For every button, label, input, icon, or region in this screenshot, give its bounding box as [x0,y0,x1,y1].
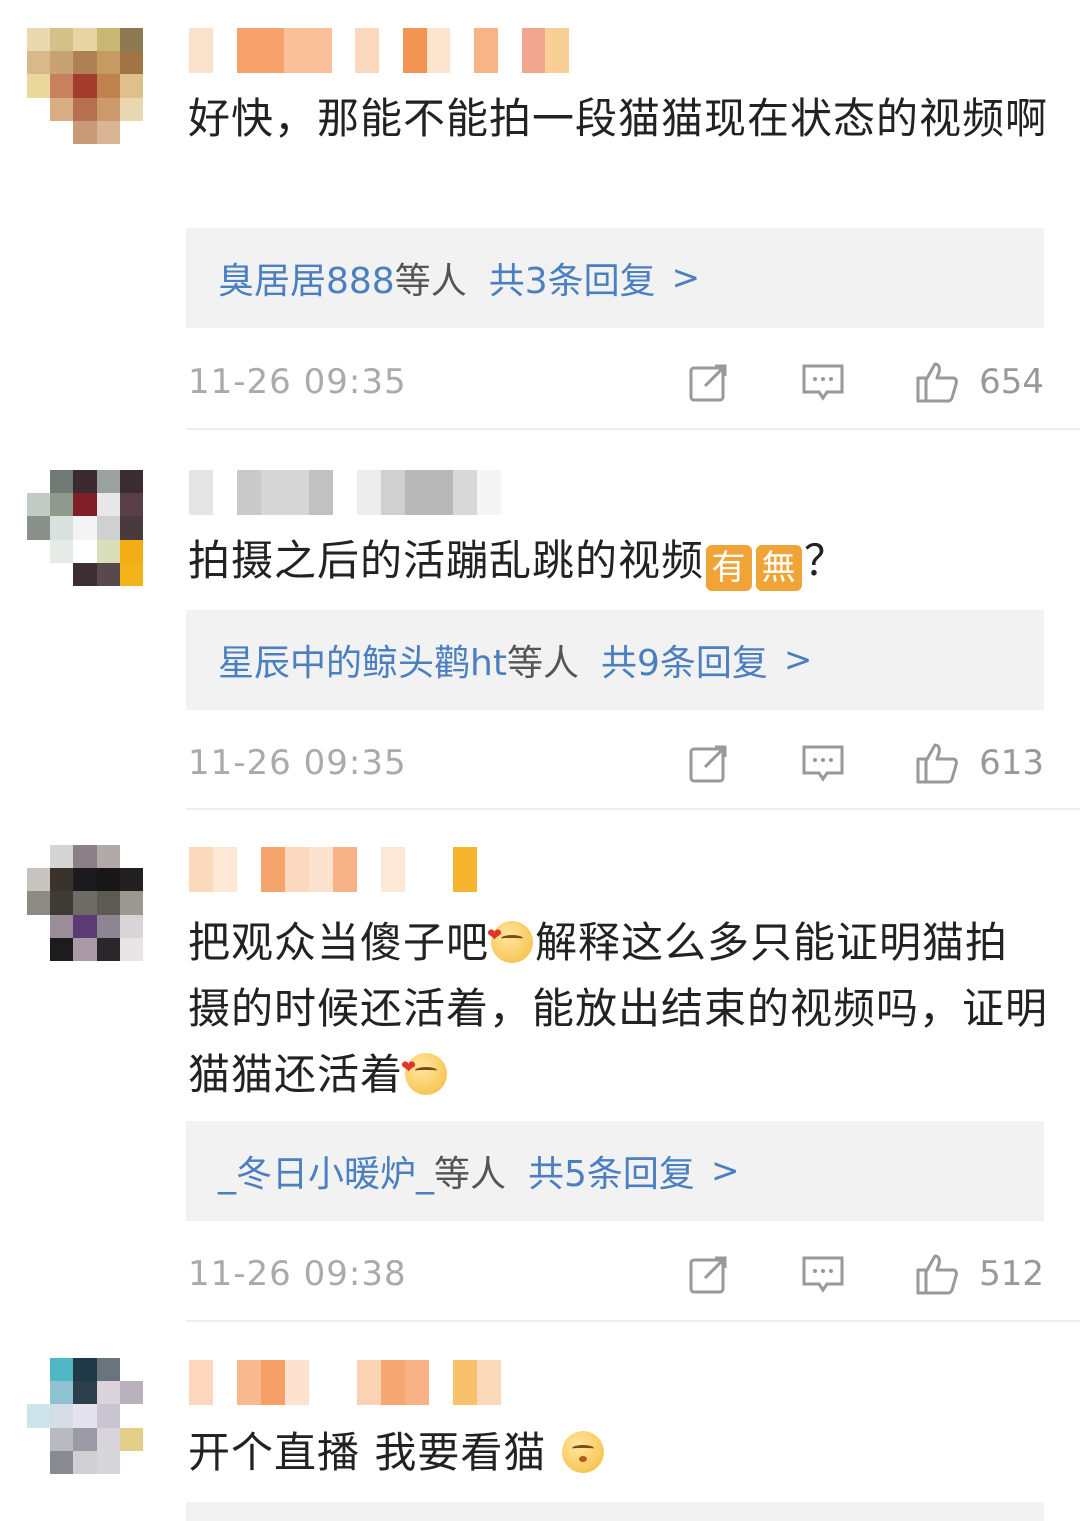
comment-text: 开个直播 我要看猫 [188,1420,1048,1486]
comment-text: 拍摄之后的活蹦乱跳的视频有無？ [188,528,1048,594]
username-blurred[interactable] [189,28,569,73]
reply-etc-label: 等人 [394,261,467,302]
chevron-right-icon: > [671,258,701,298]
thumbs-up-icon[interactable] [915,1252,959,1296]
reply-summary[interactable]: _冬日小暖炉_ 等人 共5条回复 > [186,1121,1044,1221]
like-count: 613 [979,743,1044,783]
comment-meta: 11-26 09:35 613 [188,738,1044,788]
comment-meta: 11-26 09:35 654 [188,357,1044,407]
reply-count-link[interactable]: 共9条回复 [601,634,768,686]
thumbs-up-icon[interactable] [915,360,959,404]
reply-user-names[interactable]: 臭居居888 [218,252,395,304]
like-count: 512 [979,1254,1044,1294]
comment-meta: 11-26 09:38 512 [188,1249,1044,1299]
comment-text-part: 把观众当傻子吧 [188,918,490,967]
like-count: 654 [979,362,1044,402]
reply-etc-label: 等人 [506,643,579,684]
comment-icon[interactable] [801,360,845,404]
reply-user-names[interactable]: _冬日小暖炉_ [218,1145,434,1197]
username-blurred[interactable] [189,1360,569,1405]
comment-text: 把观众当傻子吧解释这么多只能证明猫拍摄的时候还活着，能放出结束的视频吗，证明猫猫… [188,903,1048,1108]
reply-etc-label: 等人 [434,1154,507,1195]
divider [186,808,1080,810]
comment-text: 好快，那能不能拍一段猫猫现在状态的视频啊 [188,94,1049,143]
blush-heart-emoji-icon [401,1035,448,1101]
timestamp: 11-26 09:35 [188,743,407,783]
reply-summary[interactable]: 臭居居888 等人 共3条回复 > [186,228,1044,328]
reply-summary[interactable] [186,1502,1044,1521]
reply-user-names[interactable]: 星辰中的鲸头鹳ht [218,634,507,686]
avatar[interactable] [27,470,143,586]
comment-text-part: 拍摄之后的活蹦乱跳的视频 [188,536,705,585]
share-icon[interactable] [687,741,731,785]
comment-text-part: ？ [804,536,848,585]
timestamp: 11-26 09:35 [188,362,407,402]
divider [186,428,1080,430]
reply-count-link[interactable]: 共3条回复 [489,252,656,304]
kiss-emoji-icon [562,1431,605,1473]
timestamp: 11-26 09:38 [188,1254,407,1294]
you-emoji-icon: 有 [706,545,753,591]
username-blurred[interactable] [189,847,569,892]
reply-summary[interactable]: 星辰中的鲸头鹳ht 等人 共9条回复 > [186,610,1044,710]
share-icon[interactable] [687,360,731,404]
wu-emoji-icon: 無 [756,545,803,591]
username-blurred[interactable] [189,470,569,515]
chevron-right-icon: > [710,1151,740,1191]
divider [186,1320,1080,1322]
blush-heart-emoji-icon [487,903,534,969]
reply-count-link[interactable]: 共5条回复 [528,1145,695,1197]
comment-icon[interactable] [801,741,845,785]
thumbs-up-icon[interactable] [915,741,959,785]
share-icon[interactable] [687,1252,731,1296]
avatar[interactable] [27,28,143,144]
comment-text-part: 开个直播 我要看猫 [188,1428,547,1477]
avatar[interactable] [27,845,143,961]
avatar[interactable] [27,1358,143,1474]
chevron-right-icon: > [783,640,813,680]
comment-icon[interactable] [801,1252,845,1296]
